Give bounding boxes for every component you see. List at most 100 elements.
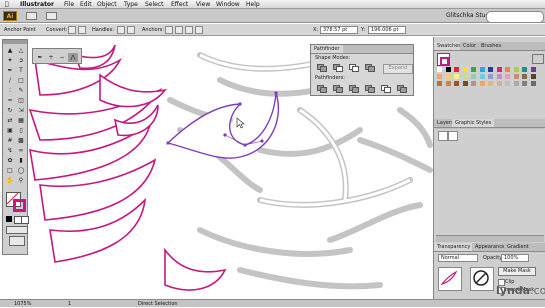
none-mode-button[interactable] [21,216,29,224]
eraser-tool-icon[interactable]: ◫ [16,96,26,105]
color-swatch[interactable] [437,81,442,86]
tab-pathfinder[interactable]: Pathfinder [311,45,343,53]
remove-anchor-button[interactable] [165,26,173,34]
color-swatch[interactable] [454,74,459,79]
menu-effect[interactable]: Effect [171,0,188,9]
stroke-color-swatch[interactable] [13,199,26,212]
y-position-field[interactable]: 196.006 pt [368,26,406,34]
eyedropper-tool-icon[interactable]: ↯ [5,146,15,155]
color-swatch[interactable] [496,74,502,79]
magic-wand-tool-icon[interactable]: ✦ [5,56,15,65]
divide-icon[interactable] [317,85,327,93]
perspective-grid-tool-icon[interactable]: ▯ [16,126,26,135]
color-swatch[interactable] [505,81,510,86]
mask-thumbnail[interactable] [470,267,494,291]
show-handles-button[interactable] [117,26,125,34]
color-swatch[interactable] [488,74,493,79]
slice-tool-icon[interactable]: ◯ [16,166,26,175]
tab-transparency[interactable]: Transparency [434,243,474,251]
color-swatch[interactable] [454,81,459,86]
direct-selection-tool-icon[interactable]: △ [16,46,26,55]
menu-file[interactable]: File [64,0,74,9]
screen-mode-button[interactable] [9,236,25,246]
tools-panel-header[interactable] [3,40,27,44]
color-swatch[interactable] [522,81,527,86]
color-swatch[interactable] [530,74,536,79]
color-swatch[interactable] [505,67,510,72]
color-swatch[interactable] [471,81,476,86]
color-swatch[interactable] [445,67,451,72]
color-mode-button[interactable] [6,216,12,222]
artboard-tool-icon[interactable]: □ [5,166,15,175]
drawing-modes-button[interactable] [6,226,28,234]
color-swatch[interactable] [445,81,451,86]
delete-anchor-point-tool-icon[interactable]: − [57,53,67,62]
arrange-documents-icon[interactable] [46,12,57,20]
graph-tool-icon[interactable]: ▮ [16,156,26,165]
convert-to-smooth-button[interactable] [78,26,86,34]
shape-builder-tool-icon[interactable]: ▣ [5,126,15,135]
color-swatch[interactable] [462,74,468,79]
unite-icon[interactable] [317,64,327,72]
mesh-tool-icon[interactable]: # [5,136,15,145]
merge-icon[interactable] [349,85,359,93]
hide-handles-button[interactable] [127,26,135,34]
color-swatch[interactable] [513,67,519,72]
menu-view[interactable]: View [196,0,210,9]
color-swatch[interactable] [522,67,527,72]
menu-type[interactable]: Type [124,0,138,9]
color-swatch[interactable] [530,81,536,86]
swatch-stroke-preview[interactable] [440,57,449,66]
color-swatch[interactable] [479,67,485,72]
color-swatch[interactable] [496,67,502,72]
isolate-button[interactable] [195,26,203,34]
connect-anchors-button[interactable] [175,26,183,34]
menu-object[interactable]: Object [97,0,117,9]
color-swatch[interactable] [437,67,442,72]
color-swatch[interactable] [479,74,485,79]
menu-window[interactable]: Window [216,0,240,9]
tab-appearance[interactable]: Appearance [472,243,509,251]
color-swatch[interactable] [479,81,485,86]
tab-color[interactable]: Color [460,42,480,50]
color-swatch[interactable] [530,67,536,72]
hand-tool-icon[interactable]: ✋ [5,176,15,185]
lasso-tool-icon[interactable]: ➲ [16,56,26,65]
pencil-tool-icon[interactable]: ✎ [16,86,26,95]
convert-to-corner-button[interactable] [68,26,76,34]
tab-brushes[interactable]: Brushes [478,42,505,50]
anchor-point-tool-icon[interactable]: ⋀ [68,53,78,62]
blend-tool-icon[interactable]: ∞ [16,146,26,155]
width-tool-icon[interactable]: ⇄ [5,116,15,125]
color-swatch[interactable] [488,67,493,72]
color-swatch[interactable] [462,81,468,86]
type-tool-icon[interactable]: T [16,66,26,75]
minus-front-icon[interactable] [333,64,343,72]
menu-help[interactable]: Help [246,0,260,9]
tab-gradient[interactable]: Gradient [504,243,532,251]
color-swatch[interactable] [496,81,502,86]
crop-icon[interactable] [365,85,375,93]
menu-select[interactable]: Select [145,0,164,9]
blend-mode-select[interactable]: Normal [438,254,478,262]
gradient-tool-icon[interactable]: ▩ [16,136,26,145]
menu-edit[interactable]: Edit [80,0,92,9]
free-transform-tool-icon[interactable]: ▦ [16,116,26,125]
scale-tool-icon[interactable]: ⇲ [16,106,26,115]
symbol-sprayer-tool-icon[interactable]: ✿ [5,156,15,165]
color-swatch[interactable] [471,67,476,72]
trim-icon[interactable] [333,85,343,93]
color-swatch[interactable] [513,74,519,79]
tab-graphic-styles[interactable]: Graphic Styles [452,119,495,127]
minus-back-icon[interactable] [397,85,407,93]
apple-menu[interactable]:  [5,0,9,9]
cut-path-button[interactable] [185,26,193,34]
color-swatch[interactable] [437,74,442,79]
zoom-tool-icon[interactable]: ⚲ [16,176,26,185]
selection-tool-icon[interactable]: ▲ [5,46,15,55]
pen-tool-flyout-icon[interactable]: ✒ [35,53,45,62]
color-swatch[interactable] [505,74,510,79]
search-help-input[interactable] [486,11,544,23]
add-anchor-point-tool-icon[interactable]: + [46,53,56,62]
rectangle-tool-icon[interactable]: □ [16,76,26,85]
